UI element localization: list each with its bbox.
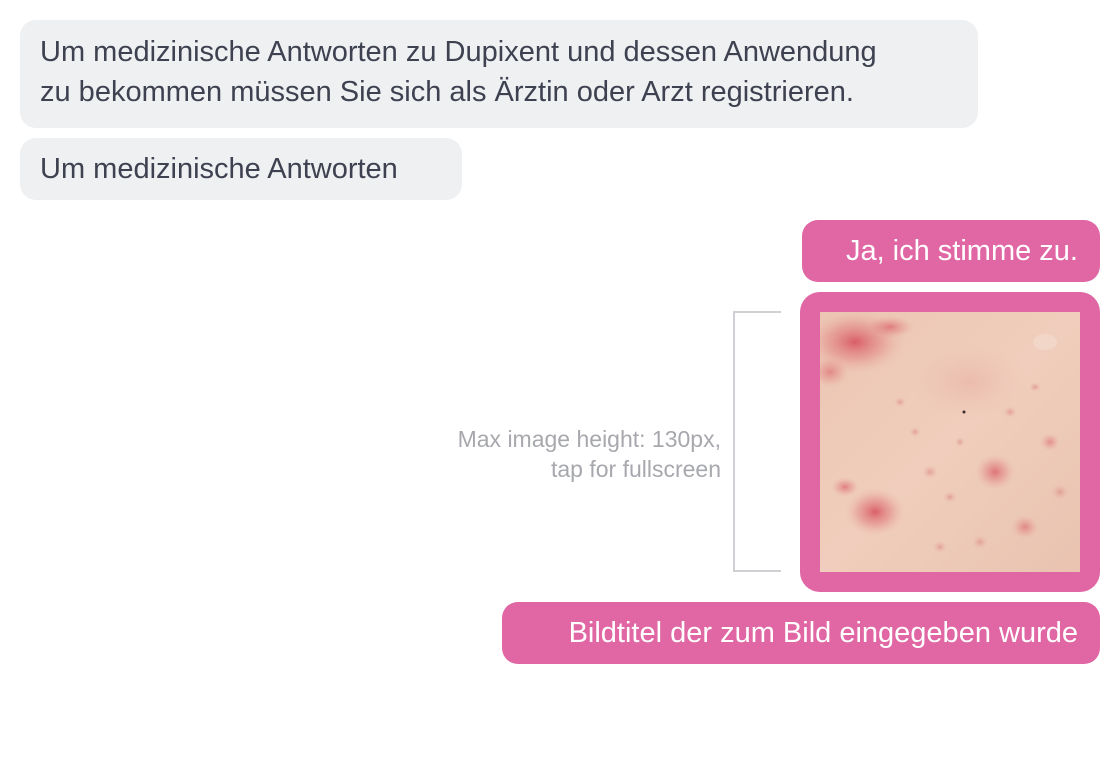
image-caption: Bildtitel der zum Bild eingegeben wurde [568, 617, 1078, 649]
skin-rash-photo[interactable] [820, 312, 1080, 572]
bot-message: Um medizinische Antworten zu Dupixent un… [20, 20, 978, 128]
image-size-annotation: Max image height: 130px, tap for fullscr… [360, 424, 721, 484]
user-message: Ja, ich stimme zu. [802, 220, 1100, 282]
message-text-line: zu bekommen müssen Sie sich als Ärztin o… [40, 76, 854, 108]
message-text: Um medizinische Antworten [40, 153, 398, 185]
message-text-line: Um medizinische Antworten zu Dupixent un… [40, 36, 877, 68]
message-text: Ja, ich stimme zu. [845, 235, 1078, 267]
bot-message: Um medizinische Antworten [20, 138, 462, 200]
user-message: Bildtitel der zum Bild eingegeben wurde [502, 602, 1100, 664]
annotation-line: Max image height: 130px, [457, 426, 721, 452]
user-image-message[interactable] [800, 292, 1100, 592]
annotation-line: tap for fullscreen [550, 456, 721, 482]
annotation-bracket [733, 311, 781, 572]
